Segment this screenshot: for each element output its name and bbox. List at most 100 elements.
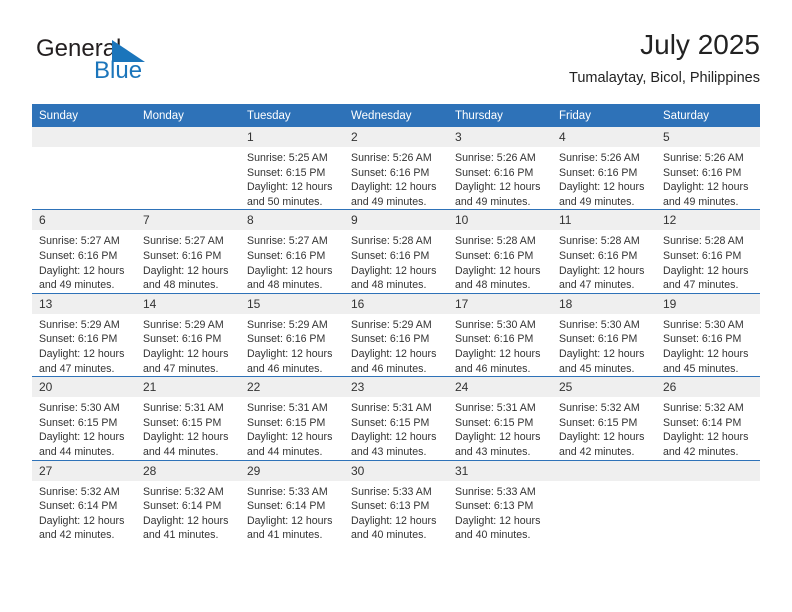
calendar-day-cell[interactable]: 6 Sunrise: 5:27 AM Sunset: 6:16 PM Daylight…: [32, 209, 136, 294]
daylight-text: Daylight: 12 hours and 45 minutes.: [663, 347, 749, 375]
sunset-text: Sunset: 6:15 PM: [143, 416, 222, 429]
daylight-text: Daylight: 12 hours and 41 minutes.: [143, 514, 229, 542]
sunset-text: Sunset: 6:15 PM: [559, 416, 638, 429]
calendar-day-cell[interactable]: 11 Sunrise: 5:28 AM Sunset: 6:16 PM Dayligh…: [552, 209, 656, 294]
calendar-day-cell[interactable]: 8 Sunrise: 5:27 AM Sunset: 6:16 PM Daylight…: [240, 209, 344, 294]
general-blue-logo[interactable]: General Blue: [36, 36, 236, 88]
day-details: Sunrise: 5:28 AM Sunset: 6:16 PM Daylight:…: [552, 230, 656, 292]
calendar-day-cell[interactable]: 20 Sunrise: 5:30 AM Sunset: 6:15 PM Dayligh…: [32, 376, 136, 460]
weekday-header-wednesday: Wednesday: [344, 104, 448, 127]
sunrise-text: Sunrise: 5:30 AM: [663, 318, 744, 331]
sunrise-text: Sunrise: 5:26 AM: [351, 152, 432, 164]
sunset-text: Sunset: 6:15 PM: [351, 416, 430, 429]
day-number: 31: [448, 460, 552, 481]
calendar-day-cell[interactable]: 29 Sunrise: 5:33 AM Sunset: 6:14 PM Dayligh…: [240, 459, 344, 543]
calendar-page: General Blue July 2025 Tumalaytay, Bicol…: [0, 0, 792, 612]
calendar-day-cell[interactable]: 16 Sunrise: 5:29 AM Sunset: 6:16 PM Dayligh…: [344, 292, 448, 377]
day-number: 9: [344, 210, 448, 231]
daylight-text: Daylight: 12 hours and 49 minutes.: [663, 181, 749, 208]
sunrise-text: Sunrise: 5:32 AM: [143, 485, 224, 498]
sunset-text: Sunset: 6:16 PM: [247, 249, 326, 262]
calendar-day-cell[interactable]: 19 Sunrise: 5:30 AM Sunset: 6:16 PM Dayligh…: [656, 292, 760, 377]
calendar-day-cell[interactable]: 21 Sunrise: 5:31 AM Sunset: 6:15 PM Dayligh…: [136, 376, 240, 460]
day-details: Sunrise: 5:28 AM Sunset: 6:16 PM Daylight:…: [656, 230, 760, 292]
calendar-day-cell[interactable]: 30 Sunrise: 5:33 AM Sunset: 6:13 PM Dayligh…: [344, 459, 448, 543]
calendar-day-cell[interactable]: 7 Sunrise: 5:27 AM Sunset: 6:16 PM Daylight…: [136, 209, 240, 294]
calendar-day-cell[interactable]: 1 Sunrise: 5:25 AM Sunset: 6:15 PM Daylight…: [240, 127, 344, 210]
calendar-day-cell[interactable]: 14 Sunrise: 5:29 AM Sunset: 6:16 PM Dayligh…: [136, 292, 240, 377]
weekday-header-thursday: Thursday: [448, 104, 552, 127]
day-number: 20: [32, 377, 136, 398]
calendar-week-row: 1 Sunrise: 5:25 AM Sunset: 6:15 PM Daylight…: [32, 127, 760, 210]
sunset-text: Sunset: 6:15 PM: [455, 416, 534, 429]
day-number: 13: [32, 293, 136, 314]
page-header: General Blue July 2025 Tumalaytay, Bicol…: [32, 28, 760, 92]
sunset-text: Sunset: 6:15 PM: [247, 416, 326, 429]
calendar-day-cell[interactable]: 12 Sunrise: 5:28 AM Sunset: 6:16 PM Dayligh…: [656, 209, 760, 294]
day-number: 8: [240, 210, 344, 231]
calendar-day-cell[interactable]: 2 Sunrise: 5:26 AM Sunset: 6:16 PM Daylight…: [344, 127, 448, 210]
logo-text-blue: Blue: [94, 57, 143, 84]
calendar-day-cell[interactable]: 23 Sunrise: 5:31 AM Sunset: 6:15 PM Dayligh…: [344, 376, 448, 460]
day-details: Sunrise: 5:30 AM Sunset: 6:16 PM Daylight:…: [552, 314, 656, 376]
calendar-day-cell[interactable]: 9 Sunrise: 5:28 AM Sunset: 6:16 PM Daylight…: [344, 209, 448, 294]
sunset-text: Sunset: 6:16 PM: [455, 333, 534, 346]
weekday-header-saturday: Saturday: [656, 104, 760, 127]
day-details: Sunrise: 5:26 AM Sunset: 6:16 PM Daylight:…: [344, 147, 448, 209]
calendar-day-cell[interactable]: 31 Sunrise: 5:33 AM Sunset: 6:13 PM Dayligh…: [448, 459, 552, 543]
sunset-text: Sunset: 6:16 PM: [559, 249, 638, 262]
sunset-text: Sunset: 6:16 PM: [351, 333, 430, 346]
sunset-text: Sunset: 6:16 PM: [663, 166, 742, 179]
sunrise-text: Sunrise: 5:28 AM: [455, 235, 536, 248]
sunrise-text: Sunrise: 5:33 AM: [455, 485, 536, 498]
calendar-day-cell[interactable]: 24 Sunrise: 5:31 AM Sunset: 6:15 PM Dayligh…: [448, 376, 552, 460]
day-details: Sunrise: 5:29 AM Sunset: 6:16 PM Daylight:…: [32, 314, 136, 376]
calendar-day-cell[interactable]: 15 Sunrise: 5:29 AM Sunset: 6:16 PM Dayligh…: [240, 292, 344, 377]
day-details: Sunrise: 5:33 AM Sunset: 6:14 PM Daylight:…: [240, 481, 344, 543]
calendar-day-cell[interactable]: 10 Sunrise: 5:28 AM Sunset: 6:16 PM Dayligh…: [448, 209, 552, 294]
day-details: Sunrise: 5:28 AM Sunset: 6:16 PM Daylight:…: [448, 230, 552, 292]
day-number: 16: [344, 293, 448, 314]
calendar-day-cell[interactable]: 25 Sunrise: 5:32 AM Sunset: 6:15 PM Dayligh…: [552, 376, 656, 460]
calendar-day-cell[interactable]: 28 Sunrise: 5:32 AM Sunset: 6:14 PM Dayligh…: [136, 459, 240, 543]
calendar-day-cell[interactable]: 27 Sunrise: 5:32 AM Sunset: 6:14 PM Dayligh…: [32, 459, 136, 543]
calendar-day-cell[interactable]: 18 Sunrise: 5:30 AM Sunset: 6:16 PM Dayligh…: [552, 292, 656, 377]
calendar-day-cell[interactable]: 5 Sunrise: 5:26 AM Sunset: 6:16 PM Daylight…: [656, 127, 760, 210]
sunset-text: Sunset: 6:14 PM: [247, 500, 326, 513]
day-details: Sunrise: 5:26 AM Sunset: 6:16 PM Daylight:…: [552, 147, 656, 209]
day-number: 1: [240, 127, 344, 147]
day-number: 7: [136, 210, 240, 231]
calendar-empty-cell: [656, 459, 760, 543]
calendar-day-cell[interactable]: 26 Sunrise: 5:32 AM Sunset: 6:14 PM Dayligh…: [656, 376, 760, 460]
sunrise-text: Sunrise: 5:29 AM: [351, 318, 432, 331]
day-number: 2: [344, 127, 448, 147]
calendar-day-cell[interactable]: 17 Sunrise: 5:30 AM Sunset: 6:16 PM Dayligh…: [448, 292, 552, 377]
sunset-text: Sunset: 6:16 PM: [143, 333, 222, 346]
day-number: 23: [344, 377, 448, 398]
daylight-text: Daylight: 12 hours and 45 minutes.: [559, 347, 645, 375]
day-details: Sunrise: 5:31 AM Sunset: 6:15 PM Daylight:…: [136, 397, 240, 459]
day-number: 6: [32, 210, 136, 231]
day-number: [656, 460, 760, 481]
daylight-text: Daylight: 12 hours and 47 minutes.: [559, 264, 645, 292]
sunset-text: Sunset: 6:15 PM: [247, 166, 326, 179]
sunset-text: Sunset: 6:14 PM: [143, 500, 222, 513]
sunrise-text: Sunrise: 5:31 AM: [455, 402, 536, 415]
day-details: Sunrise: 5:31 AM Sunset: 6:15 PM Daylight:…: [344, 397, 448, 459]
calendar-day-cell[interactable]: 4 Sunrise: 5:26 AM Sunset: 6:16 PM Daylight…: [552, 127, 656, 210]
sunrise-text: Sunrise: 5:30 AM: [559, 318, 640, 331]
calendar-week-row: 20 Sunrise: 5:30 AM Sunset: 6:15 PM Dayligh…: [32, 376, 760, 460]
day-details: Sunrise: 5:27 AM Sunset: 6:16 PM Daylight:…: [240, 230, 344, 292]
sunset-text: Sunset: 6:13 PM: [351, 500, 430, 513]
calendar-day-cell[interactable]: 13 Sunrise: 5:29 AM Sunset: 6:16 PM Dayligh…: [32, 292, 136, 377]
sunrise-text: Sunrise: 5:28 AM: [559, 235, 640, 248]
calendar-day-cell[interactable]: 22 Sunrise: 5:31 AM Sunset: 6:15 PM Dayligh…: [240, 376, 344, 460]
daylight-text: Daylight: 12 hours and 49 minutes.: [351, 181, 437, 208]
daylight-text: Daylight: 12 hours and 42 minutes.: [39, 514, 125, 542]
calendar-day-cell[interactable]: 3 Sunrise: 5:26 AM Sunset: 6:16 PM Daylight…: [448, 127, 552, 210]
sunrise-text: Sunrise: 5:33 AM: [351, 485, 432, 498]
sunset-text: Sunset: 6:16 PM: [559, 166, 638, 179]
calendar-week-row: 6 Sunrise: 5:27 AM Sunset: 6:16 PM Daylight…: [32, 209, 760, 294]
sunrise-text: Sunrise: 5:29 AM: [143, 318, 224, 331]
daylight-text: Daylight: 12 hours and 46 minutes.: [455, 347, 541, 375]
